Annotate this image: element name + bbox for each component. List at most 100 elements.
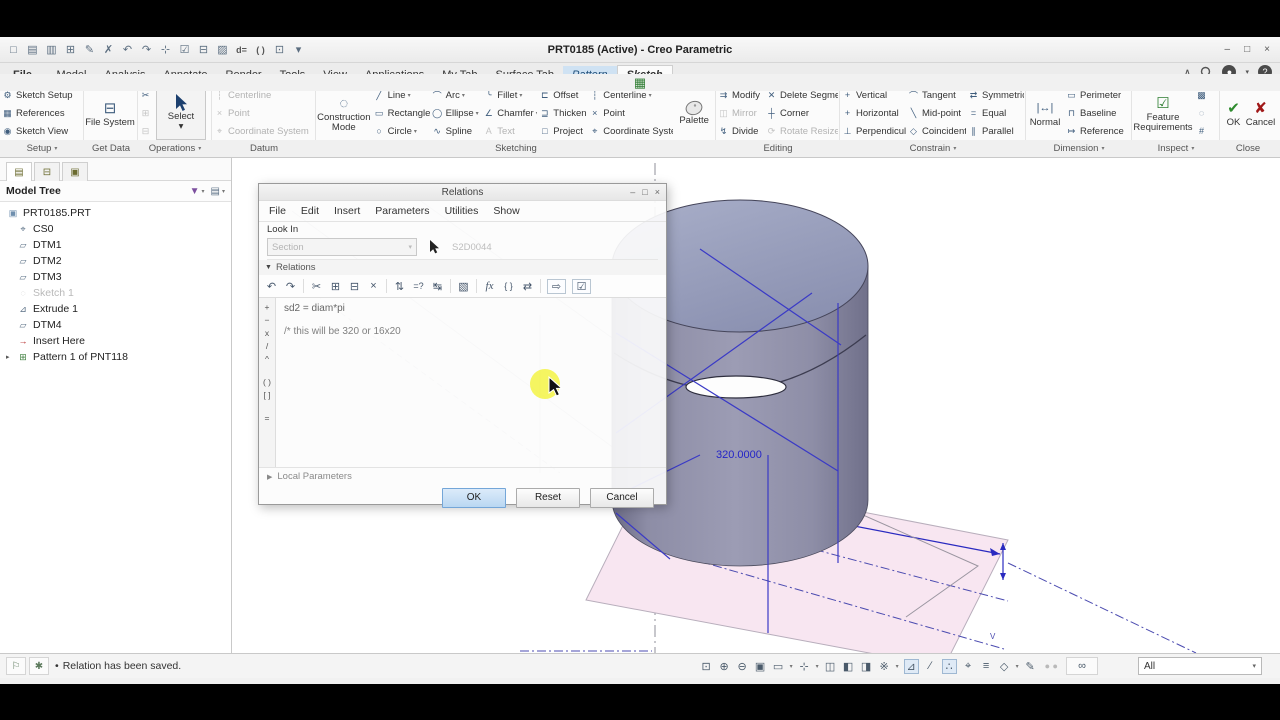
select-button[interactable]: Select ▾ xyxy=(156,86,206,140)
units-icon[interactable]: ↹ xyxy=(431,280,444,293)
project-button[interactable]: □ Project xyxy=(537,122,587,140)
equals-button[interactable]: = xyxy=(265,413,270,426)
dialog-ok-button[interactable]: OK xyxy=(442,487,506,508)
perspective-icon[interactable]: ◧ xyxy=(842,660,855,673)
shade-options-icon[interactable]: ◨ xyxy=(860,660,873,673)
brackets-button[interactable]: [ ] xyxy=(263,390,270,403)
tree-item-dtm1[interactable]: ▱ DTM1 xyxy=(6,237,231,253)
rectangle-button[interactable]: ▭Rectangle▾ xyxy=(372,104,430,122)
tree-item-pattern[interactable]: ▸ ⊞ Pattern 1 of PNT118 xyxy=(6,349,231,365)
mirror-button[interactable]: ◫ Mirror xyxy=(716,104,764,122)
dialog-cancel-button[interactable]: Cancel xyxy=(590,487,654,508)
paste-icon[interactable]: ⊟ xyxy=(348,280,361,293)
undo-icon[interactable]: ↶ xyxy=(119,41,136,58)
verify-relations-icon[interactable]: ☑ xyxy=(572,278,591,294)
new-document-icon[interactable]: □ xyxy=(5,41,22,58)
window-switch-icon[interactable]: ⊡ xyxy=(271,41,288,58)
dialog-close-button[interactable]: × xyxy=(655,187,660,197)
minus-operator-button[interactable]: − xyxy=(265,315,270,328)
zoom-in-icon[interactable]: ⊕ xyxy=(718,660,731,673)
overlapping-geometry-button[interactable]: # xyxy=(1194,122,1212,140)
delete-icon[interactable]: × xyxy=(367,280,380,292)
horizontal-constraint-button[interactable]: + Horizontal xyxy=(840,104,906,122)
select-object-cursor-icon[interactable] xyxy=(429,240,440,254)
perpendicular-constraint-button[interactable]: ⊥Perpendicular xyxy=(840,122,906,140)
zoom-window-icon[interactable]: ⊡ xyxy=(700,660,713,673)
tree-item-sketch1[interactable]: ◌ Sketch 1 xyxy=(6,285,231,301)
group-dimension[interactable]: Dimension ▾ xyxy=(1026,140,1132,157)
plane-display-icon[interactable]: ⊿ xyxy=(903,658,919,674)
sketch-view-button[interactable]: ◉ Sketch View xyxy=(0,122,74,140)
favorites-tab[interactable]: ▣ xyxy=(62,162,88,181)
execute-verify-icon[interactable]: ⇨ xyxy=(547,278,566,294)
ok-button[interactable]: ✔ OK xyxy=(1220,86,1247,140)
folder-browser-tab[interactable]: ⊟ xyxy=(34,162,60,181)
thicken-button[interactable]: ⊒ Thicken xyxy=(537,104,587,122)
regenerate-icon[interactable]: ⊹ xyxy=(157,41,174,58)
tree-item-dtm2[interactable]: ▱ DTM2 xyxy=(6,253,231,269)
verify-window-icon[interactable]: ☑ xyxy=(176,41,193,58)
ellipse-button[interactable]: ◯ Ellipse ▾ xyxy=(430,104,482,122)
render-appearance-icon[interactable]: ▨ xyxy=(214,41,231,58)
group-operations[interactable]: Operations ▾ xyxy=(138,140,212,157)
divide-button[interactable]: ↯ Divide xyxy=(716,122,764,140)
dimension-label[interactable]: 320.0000 xyxy=(716,449,762,461)
tree-item-extrude1[interactable]: ⊿ Extrude 1 xyxy=(6,301,231,317)
mid-point-constraint-button[interactable]: ╲ Mid-point xyxy=(906,104,966,122)
copy-button[interactable]: ⊞ xyxy=(138,104,156,122)
corner-button[interactable]: ┼ Corner xyxy=(764,104,838,122)
relations-text-area[interactable]: sd2 = diam*pi /* this will be 320 or 16x… xyxy=(276,298,666,467)
axis-display-icon[interactable]: ∕ xyxy=(924,660,937,672)
find-icon[interactable]: ∞ xyxy=(1066,657,1098,675)
tree-item-dtm3[interactable]: ▱ DTM3 xyxy=(6,269,231,285)
tree-filters-icon[interactable]: ▼ xyxy=(190,186,200,197)
close-button[interactable]: × xyxy=(1264,44,1270,55)
chamfer-button[interactable]: ∠ Chamfer ▾ xyxy=(481,104,538,122)
parentheses-button[interactable]: ( ) xyxy=(263,377,271,390)
text-button[interactable]: A Text xyxy=(481,122,537,140)
menu-insert[interactable]: Insert xyxy=(334,205,360,217)
look-in-select[interactable]: Section ▾ xyxy=(267,238,417,256)
redo-icon[interactable]: ↷ xyxy=(284,280,297,293)
reference-button[interactable]: ↦ Reference xyxy=(1064,122,1128,140)
open-document-icon[interactable]: ▤ xyxy=(24,41,41,58)
tree-item-dtm4[interactable]: ▱ DTM4 xyxy=(6,317,231,333)
dialog-minimize-button[interactable]: – xyxy=(630,187,635,197)
divide-operator-button[interactable]: / xyxy=(266,341,268,354)
datum-point-button[interactable]: × Point xyxy=(212,104,310,122)
switch-dimensions-icon[interactable]: ⇄ xyxy=(521,280,534,293)
undo-icon[interactable]: ↶ xyxy=(265,280,278,293)
rotate-resize-button[interactable]: ⟳ Rotate Resize xyxy=(764,122,838,140)
csys-display-icon[interactable]: ⌖ xyxy=(962,660,975,673)
tree-columns-icon[interactable]: ▤ xyxy=(211,186,220,197)
reorder-relations-icon[interactable]: ⇅ xyxy=(393,280,406,293)
zoom-out-icon[interactable]: ⊖ xyxy=(736,660,749,673)
file-system-button[interactable]: ⊟ File System xyxy=(84,86,136,140)
normal-dimension-button[interactable]: |↔| Normal xyxy=(1026,86,1064,140)
paste-button[interactable]: ⊟ xyxy=(138,122,156,140)
menu-file[interactable]: File xyxy=(269,205,286,217)
menu-edit[interactable]: Edit xyxy=(301,205,319,217)
annotation-display-icon[interactable]: ≡ xyxy=(980,660,993,672)
customize-toolbar-icon[interactable]: ▾ xyxy=(290,41,307,58)
highlight-open-ends-button[interactable]: ◌ xyxy=(1194,104,1212,122)
palette-button[interactable]: Palette xyxy=(673,86,715,140)
view-manager-icon[interactable]: ⊹ xyxy=(798,660,811,673)
coordinate-system-button[interactable]: ⌖Coordinate System xyxy=(587,122,673,140)
spin-center-icon[interactable]: ◇ xyxy=(998,660,1011,673)
menu-show[interactable]: Show xyxy=(493,205,519,217)
tree-item-insert-here[interactable]: → Insert Here xyxy=(6,333,231,349)
datum-csys-button[interactable]: ⌖ Coordinate System xyxy=(212,122,310,140)
graphics-area[interactable]: 320.0000 V Relations – □ × File Edit Ins… xyxy=(232,158,1280,656)
open-folder-icon[interactable]: ⊟ xyxy=(195,41,212,58)
menu-parameters[interactable]: Parameters xyxy=(375,205,429,217)
relations-icon[interactable]: d= xyxy=(233,41,250,58)
selection-filter-select[interactable]: All ▾ xyxy=(1138,657,1262,675)
equal-constraint-button[interactable]: = Equal xyxy=(966,104,1024,122)
saved-orientations-icon[interactable]: ▭ xyxy=(772,660,785,673)
model-tree-tab[interactable]: ▤ xyxy=(6,162,32,181)
datum-display-filters-icon[interactable]: ※ xyxy=(878,660,891,673)
point-button[interactable]: × Point xyxy=(587,104,673,122)
baseline-button[interactable]: ⊓ Baseline xyxy=(1064,104,1128,122)
group-constrain[interactable]: Constrain ▾ xyxy=(840,140,1026,157)
